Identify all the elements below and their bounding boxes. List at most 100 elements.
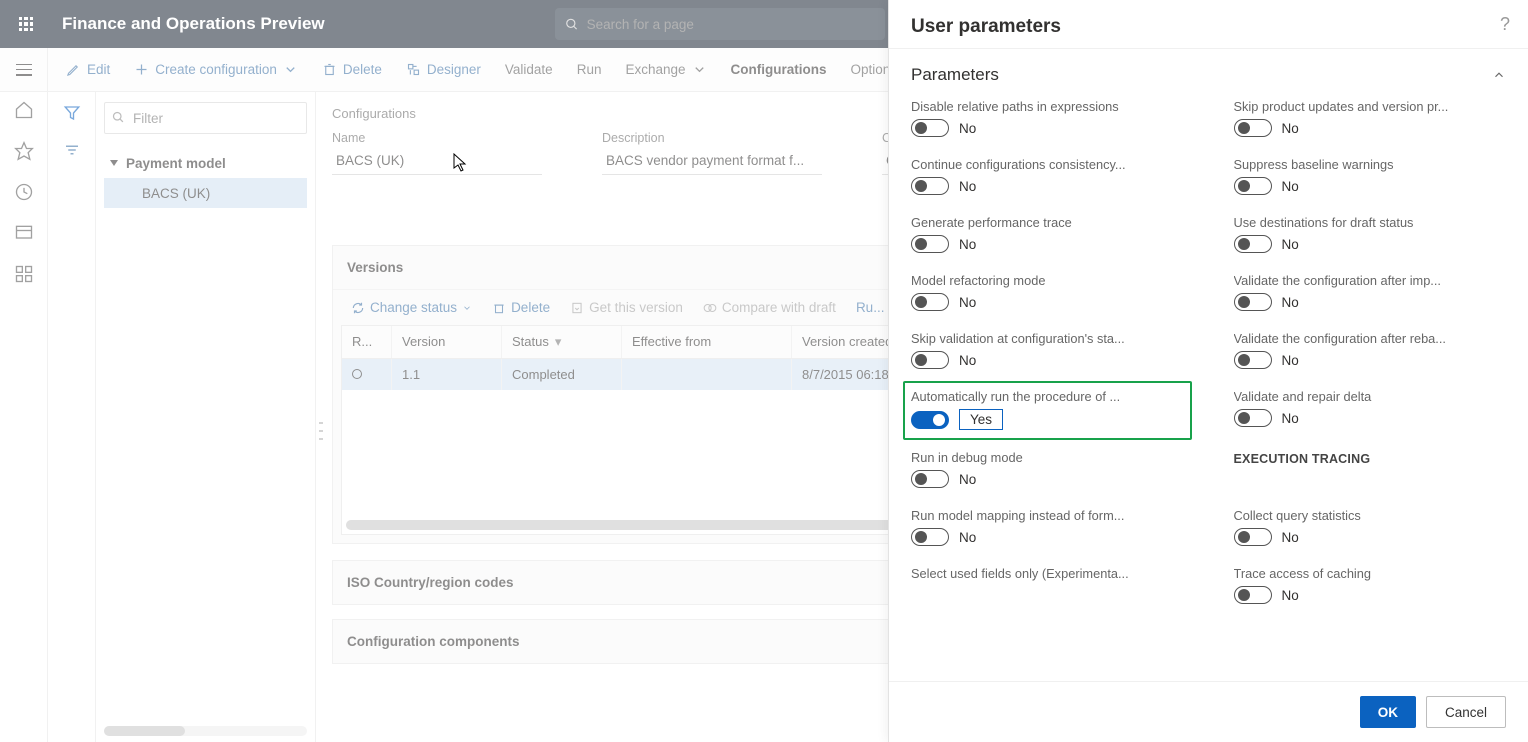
toggle-switch[interactable] [911, 528, 949, 546]
toggle-switch[interactable] [1234, 586, 1272, 604]
designer-icon [406, 62, 421, 77]
delete-button[interactable]: Delete [312, 48, 392, 91]
row-selector[interactable] [352, 369, 362, 379]
filter-funnel-button[interactable] [63, 104, 81, 125]
toggle-switch[interactable] [1234, 409, 1272, 427]
versions-run-button[interactable]: Ru... [848, 296, 893, 319]
toggle-switch[interactable] [1234, 235, 1272, 253]
designer-label: Designer [427, 62, 481, 77]
param-l8: Select used fields only (Experimenta... [911, 566, 1184, 604]
param-label: Collect query statistics [1234, 508, 1507, 523]
param-label: Validate the configuration after imp... [1234, 273, 1507, 288]
tree-node-payment-model[interactable]: Payment model [104, 148, 307, 178]
param-label: Skip validation at configuration's sta..… [911, 331, 1184, 346]
param-label: Skip product updates and version pr... [1234, 99, 1507, 114]
param-r2: Use destinations for draft status No [1234, 215, 1507, 253]
configurations-tab[interactable]: Configurations [721, 48, 837, 91]
home-icon [14, 100, 34, 120]
param-label: Select used fields only (Experimenta... [911, 566, 1184, 581]
waffle-icon [19, 17, 34, 32]
get-this-version-button[interactable]: Get this version [562, 296, 691, 319]
toggle-value: No [959, 295, 976, 310]
toggle-switch[interactable] [911, 293, 949, 311]
tree-hscroll[interactable] [104, 726, 307, 736]
toggle-switch[interactable] [1234, 119, 1272, 137]
filter-icon: ▾ [555, 334, 562, 349]
toggle-switch[interactable] [911, 351, 949, 369]
chevron-up-icon [1492, 68, 1506, 82]
param-label: Automatically run the procedure of ... [911, 389, 1184, 404]
edit-button[interactable]: Edit [56, 48, 120, 91]
rail-workspaces[interactable] [14, 223, 34, 246]
tree-filter-input[interactable] [104, 102, 307, 134]
param-label: Run model mapping instead of form... [911, 508, 1184, 523]
toggle-switch[interactable] [911, 411, 949, 429]
param-label: Run in debug mode [911, 450, 1184, 465]
tree-node-bacs-uk[interactable]: BACS (UK) [104, 178, 307, 208]
toggle-switch[interactable] [911, 119, 949, 137]
param-l6: Run in debug modeNo [911, 450, 1184, 488]
cancel-button[interactable]: Cancel [1426, 696, 1506, 728]
expand-caret-icon [110, 160, 118, 166]
designer-button[interactable]: Designer [396, 48, 491, 91]
toggle-switch[interactable] [911, 235, 949, 253]
param-label: Disable relative paths in expressions [911, 99, 1184, 114]
param-l3: Model refactoring modeNo [911, 273, 1184, 311]
nav-pane-toggle[interactable] [16, 64, 32, 76]
search-input[interactable] [587, 17, 875, 32]
param-r3: Validate the configuration after imp...N… [1234, 273, 1507, 311]
filter-column [48, 92, 96, 742]
toggle-switch[interactable] [1234, 293, 1272, 311]
grid-col-effective-from[interactable]: Effective from [622, 326, 792, 358]
global-search[interactable] [555, 8, 885, 40]
toggle-switch[interactable] [1234, 177, 1272, 195]
toggle-value: No [1282, 588, 1299, 603]
rail-favorites[interactable] [14, 141, 34, 164]
field-value[interactable]: BACS vendor payment format f... [602, 149, 822, 175]
grid-col-select[interactable]: R... [342, 326, 392, 358]
chevron-down-icon [283, 62, 298, 77]
param-t1: Trace access of cachingNo [1234, 566, 1507, 604]
run-button[interactable]: Run [567, 48, 612, 91]
plus-icon [134, 62, 149, 77]
ok-button[interactable]: OK [1360, 696, 1416, 728]
parameters-section-header[interactable]: Parameters [911, 59, 1506, 99]
help-button[interactable]: ? [1500, 14, 1510, 35]
param-l1: Continue configurations consistency...No [911, 157, 1184, 195]
param-label: Use destinations for draft status [1234, 215, 1507, 230]
compare-icon [703, 301, 717, 315]
app-launcher-button[interactable] [8, 6, 44, 42]
toggle-switch[interactable] [911, 177, 949, 195]
change-status-button[interactable]: Change status [343, 296, 480, 319]
create-configuration-button[interactable]: Create configuration [124, 48, 308, 91]
toggle-switch[interactable] [1234, 351, 1272, 369]
chevron-down-icon [692, 62, 707, 77]
validate-button[interactable]: Validate [495, 48, 563, 91]
field-label: Description [602, 131, 822, 145]
rail-recent[interactable] [14, 182, 34, 205]
funnel-icon [63, 104, 81, 122]
tree-node-label: BACS (UK) [142, 186, 210, 201]
versions-delete-button[interactable]: Delete [484, 296, 558, 319]
field-description: Description BACS vendor payment format f… [602, 131, 822, 175]
exchange-button[interactable]: Exchange [615, 48, 716, 91]
user-parameters-panel: User parameters ? Parameters Disable rel… [888, 0, 1528, 742]
param-label: Validate and repair delta [1234, 389, 1507, 404]
rail-modules[interactable] [14, 264, 34, 287]
toggle-switch[interactable] [1234, 528, 1272, 546]
filter-lines-button[interactable] [63, 141, 81, 162]
rail-home[interactable] [14, 100, 34, 123]
toggle-switch[interactable] [911, 470, 949, 488]
grid-col-status[interactable]: Status▾ [502, 326, 622, 358]
panel-resizer[interactable] [316, 92, 326, 742]
toggle-value: No [959, 530, 976, 545]
toggle-value: No [1282, 121, 1299, 136]
param-l5: Automatically run the procedure of ...Ye… [903, 381, 1192, 440]
toggle-value: No [1282, 237, 1299, 252]
field-value[interactable]: BACS (UK) [332, 149, 542, 175]
tree-node-label: Payment model [126, 156, 226, 171]
panel-footer: OK Cancel [889, 681, 1528, 742]
compare-with-draft-button[interactable]: Compare with draft [695, 296, 844, 319]
search-icon [111, 110, 126, 125]
grid-col-version[interactable]: Version [392, 326, 502, 358]
